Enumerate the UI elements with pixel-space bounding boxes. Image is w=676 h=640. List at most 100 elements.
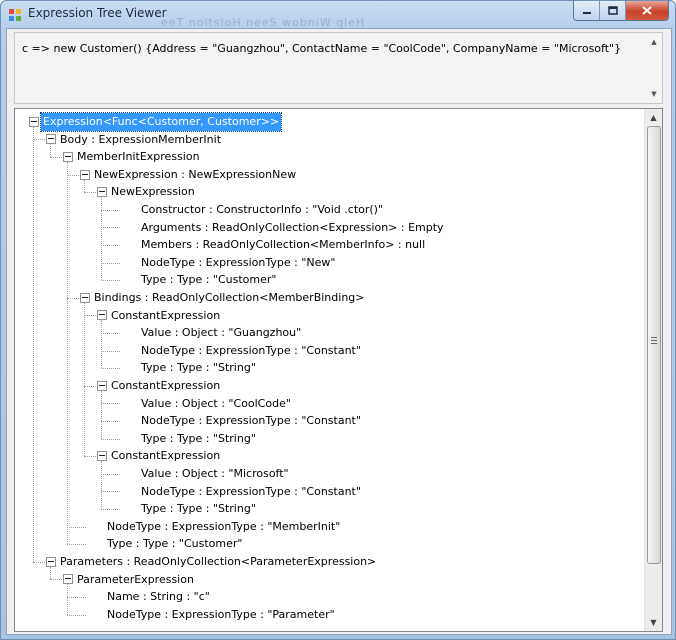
tree-node[interactable]: NodeType : ExpressionType : "Constant": [139, 412, 363, 430]
tree-node[interactable]: Body : ExpressionMemberInit: [58, 131, 223, 149]
collapse-toggle-icon[interactable]: [97, 310, 107, 321]
tree-node[interactable]: ConstantExpression: [109, 307, 222, 325]
tree-connector-line: [33, 561, 45, 563]
tree-connector-line: [101, 438, 120, 440]
tree-connector-line: [67, 544, 86, 546]
tree-connector-line: [67, 297, 79, 299]
tree-branch-line: [84, 179, 85, 193]
tree-branch-line: [101, 461, 102, 509]
tree-connector-line: [101, 262, 120, 264]
app-icon: [9, 9, 21, 21]
tree-connector-line: [101, 473, 120, 475]
collapse-toggle-icon[interactable]: [63, 152, 73, 162]
collapse-toggle-icon[interactable]: [46, 134, 56, 145]
tree-node-selected[interactable]: Expression<Func<Customer, Customer>>: [39, 112, 283, 132]
tree-branch-line: [50, 566, 51, 580]
tree-node[interactable]: Type : Type : "Customer": [105, 535, 244, 553]
tree-connector-line: [101, 350, 120, 352]
scroll-up-arrow-icon[interactable]: ▲: [645, 109, 662, 126]
tree-node[interactable]: NodeType : ExpressionType : "Parameter": [105, 606, 337, 624]
tree-node[interactable]: NewExpression: [109, 183, 197, 201]
tree-node[interactable]: Parameters : ReadOnlyCollection<Paramete…: [58, 553, 378, 571]
tree-node[interactable]: NewExpression : NewExpressionNew: [92, 166, 298, 184]
minimize-button[interactable]: [574, 1, 600, 20]
tree-branch-line: [84, 302, 85, 457]
tree-connector-line: [84, 192, 96, 194]
tree-node[interactable]: Constructor : ConstructorInfo : "Void .c…: [139, 201, 385, 219]
tree-node[interactable]: Type : Type : "Customer": [139, 271, 278, 289]
tree-node[interactable]: Value : Object : "CoolCode": [139, 395, 293, 413]
tree-branch-line: [33, 126, 34, 562]
tree-connector-line: [67, 526, 86, 528]
tree-node[interactable]: Name : String : "c": [105, 588, 212, 606]
tree-connector-line: [101, 403, 120, 405]
tree-connector-line: [84, 315, 96, 317]
collapse-toggle-icon[interactable]: [63, 574, 73, 585]
tree-branch-line: [67, 584, 68, 615]
collapse-toggle-icon[interactable]: [80, 169, 90, 180]
tree-connector-line: [67, 597, 86, 598]
scrollbar-thumb[interactable]: [647, 126, 661, 564]
expression-scrollbar[interactable]: ▲ ▼: [646, 33, 662, 103]
tree-vertical-scrollbar[interactable]: ▲ ▼: [644, 109, 662, 631]
tree-connector-line: [84, 385, 96, 387]
tree-connector-line: [101, 333, 120, 334]
tree-node[interactable]: Value : Object : "Guangzhou": [139, 324, 303, 342]
window-controls: [573, 1, 669, 21]
collapse-toggle-icon[interactable]: [97, 380, 107, 391]
tree-connector-line: [101, 368, 120, 370]
tree-nodes: Expression<Func<Customer, Customer>> Body…: [15, 109, 645, 631]
tree-node[interactable]: NodeType : ExpressionType : "MemberInit": [105, 518, 342, 536]
tree-node[interactable]: ParameterExpression: [75, 571, 196, 589]
tree-node[interactable]: Type : Type : "String": [139, 430, 258, 448]
scrollbar-grip-icon: [651, 337, 657, 344]
tree-node[interactable]: NodeType : ExpressionType : "New": [139, 254, 337, 272]
tree-branch-line: [50, 144, 51, 157]
maximize-button[interactable]: [600, 1, 626, 20]
tree-connector-line: [101, 245, 120, 246]
tree-node[interactable]: MemberInitExpression: [75, 148, 202, 166]
tree-node[interactable]: Bindings : ReadOnlyCollection<MemberBind…: [92, 289, 367, 307]
close-button[interactable]: [626, 1, 668, 20]
tree-connector-line: [84, 456, 96, 458]
expression-textbox[interactable]: c => new Customer() {Address = "Guangzho…: [14, 32, 663, 104]
minimize-icon: [582, 11, 591, 14]
tree-node[interactable]: Type : Type : "String": [139, 500, 258, 518]
tree-node[interactable]: NodeType : ExpressionType : "Constant": [139, 483, 363, 501]
expression-scroll-up-arrow-icon[interactable]: ▲: [646, 34, 662, 50]
collapse-toggle-icon[interactable]: [29, 116, 39, 127]
maximize-icon: [607, 6, 618, 15]
tree-connector-line: [101, 280, 120, 282]
tree-connector-line: [67, 174, 79, 176]
tree-node[interactable]: Value : Object : "Microsoft": [139, 465, 291, 483]
expression-text: c => new Customer() {Address = "Guangzho…: [22, 42, 622, 55]
tree-node[interactable]: Type : Type : "String": [139, 359, 258, 377]
tree-connector-line: [101, 227, 120, 229]
tree-branch-line: [67, 162, 68, 545]
tree-connector-line: [101, 509, 120, 510]
tree-connector-line: [33, 139, 45, 141]
tree-connector-line: [101, 209, 120, 211]
tree-node[interactable]: NodeType : ExpressionType : "Constant": [139, 342, 363, 360]
tree-node[interactable]: Arguments : ReadOnlyCollection<Expressio…: [139, 219, 446, 237]
close-icon: [642, 6, 652, 15]
tree-connector-line: [50, 157, 62, 158]
collapse-toggle-icon[interactable]: [80, 292, 90, 303]
scroll-down-arrow-icon[interactable]: ▼: [645, 614, 662, 631]
collapse-toggle-icon[interactable]: [97, 187, 107, 198]
client-area: c => new Customer() {Address = "Guangzho…: [6, 28, 672, 635]
tree-connector-line: [50, 579, 62, 581]
expression-scroll-down-arrow-icon[interactable]: ▼: [646, 86, 662, 102]
tree-node[interactable]: ConstantExpression: [109, 447, 222, 465]
tree-connector-line: [67, 614, 86, 616]
collapse-toggle-icon[interactable]: [97, 451, 107, 462]
tree-node[interactable]: Members : ReadOnlyCollection<MemberInfo>…: [139, 236, 427, 254]
collapse-toggle-icon[interactable]: [46, 556, 56, 567]
title-bar[interactable]: Expression Tree Viewer eeT noitsloH neeS…: [1, 1, 675, 29]
tree-connector-line: [101, 491, 120, 493]
tree-branch-line: [101, 390, 102, 439]
app-window: Expression Tree Viewer eeT noitsloH neeS…: [0, 0, 676, 640]
expression-tree-view[interactable]: Expression<Func<Customer, Customer>> Body…: [14, 108, 663, 632]
tree-node[interactable]: ConstantExpression: [109, 377, 222, 395]
tree-connector-line: [101, 421, 120, 422]
